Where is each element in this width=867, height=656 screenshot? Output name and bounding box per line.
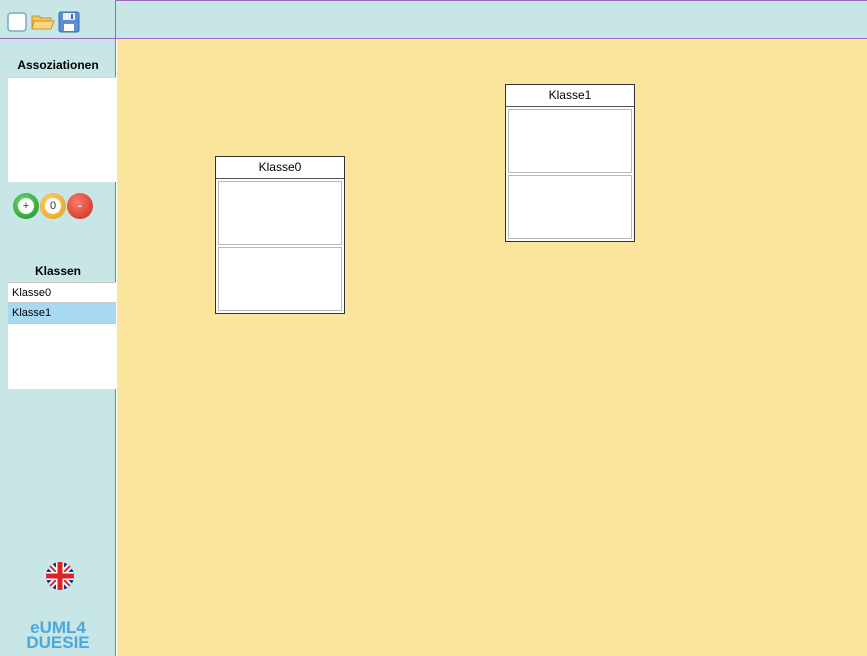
add-association-button[interactable]: +: [13, 193, 39, 219]
uml-methods-compartment[interactable]: [218, 247, 342, 311]
classes-title: Klassen: [34, 264, 82, 278]
uml-class-name[interactable]: Klasse0: [216, 157, 344, 179]
associations-list[interactable]: [8, 77, 116, 182]
uml-class-box[interactable]: Klasse0: [215, 156, 345, 314]
new-document-icon[interactable]: [6, 11, 28, 33]
sidebar: Assoziationen + 0 - Klassen Klasse0 Klas…: [0, 0, 116, 656]
class-list-item-selected[interactable]: Klasse1: [8, 303, 116, 324]
app-window: Assoziationen + 0 - Klassen Klasse0 Klas…: [0, 0, 867, 656]
uk-flag-icon[interactable]: [46, 562, 74, 590]
uml-class-name[interactable]: Klasse1: [506, 85, 634, 107]
class-list-item[interactable]: Klasse0: [8, 282, 116, 303]
uml-methods-compartment[interactable]: [508, 175, 632, 239]
uml-class-box[interactable]: Klasse1: [505, 84, 635, 242]
minus-icon: -: [78, 200, 82, 212]
associations-title: Assoziationen: [17, 58, 99, 72]
brand-line2: DUESIE: [26, 633, 90, 652]
zero-icon: 0: [45, 198, 61, 214]
classes-list: Klasse0 Klasse1: [8, 282, 116, 389]
folder-open-icon[interactable]: [31, 11, 55, 33]
uml-attributes-compartment[interactable]: [508, 109, 632, 173]
diagram-canvas[interactable]: Klasse0 Klasse1: [117, 39, 867, 656]
top-bar: [116, 0, 867, 39]
plus-icon: +: [18, 198, 34, 214]
brand-logo: eUML4 DUESIE: [0, 619, 116, 652]
edit-association-button[interactable]: 0: [40, 193, 66, 219]
uml-attributes-compartment[interactable]: [218, 181, 342, 245]
floppy-disk-icon[interactable]: [58, 11, 80, 33]
toolbar: [0, 0, 116, 39]
remove-association-button[interactable]: -: [67, 193, 93, 219]
